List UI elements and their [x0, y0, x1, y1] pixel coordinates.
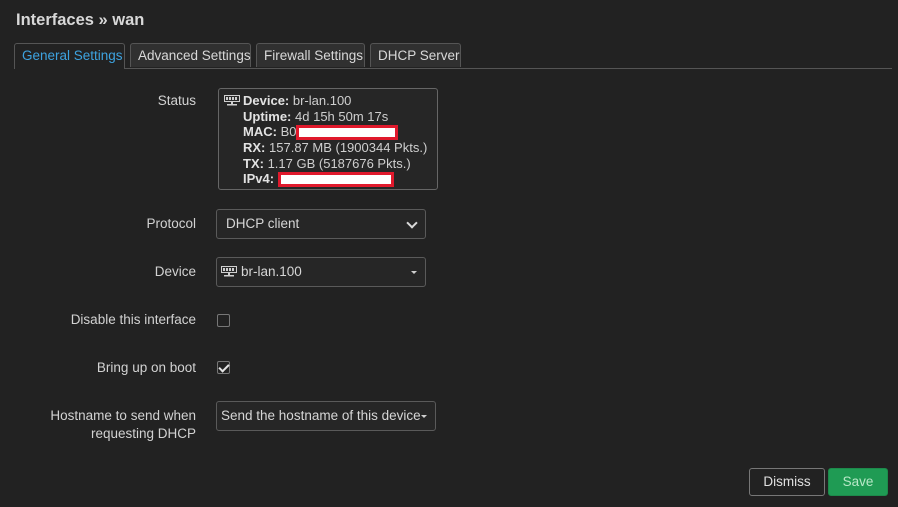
status-rx-value: 157.87 MB (1900344 Pkts.) — [269, 140, 428, 156]
tab-general-settings[interactable]: General Settings — [14, 43, 125, 69]
status-ipv4-key: IPv4: — [243, 171, 275, 187]
hostname-select[interactable]: Send the hostname of this device — [216, 401, 436, 431]
disable-interface-label: Disable this interface — [70, 312, 196, 327]
chevron-down-icon — [406, 217, 418, 229]
tab-advanced-settings[interactable]: Advanced Settings — [130, 43, 251, 67]
status-device-line: Device: br-lan.100 — [243, 93, 431, 109]
hostname-label-line2: requesting DHCP — [90, 426, 196, 441]
network-device-icon — [224, 95, 240, 106]
status-mac-value: B0 — [280, 124, 297, 139]
status-mac-line: MAC: B0 — [243, 124, 431, 141]
page-title: Interfaces » wan — [16, 11, 145, 29]
bring-up-on-boot-checkbox[interactable] — [217, 361, 230, 374]
status-uptime-key: Uptime: — [243, 108, 292, 124]
protocol-value: DHCP client — [226, 216, 300, 231]
protocol-select[interactable]: DHCP client — [216, 209, 426, 239]
status-rx-key: RX: — [243, 140, 266, 156]
mac-redaction — [296, 125, 399, 141]
tab-firewall-settings[interactable]: Firewall Settings — [256, 43, 365, 67]
caret-down-icon — [411, 271, 417, 274]
caret-down-icon — [421, 415, 427, 418]
hostname-label: Hostname to send when requesting DHCP — [15, 407, 196, 443]
status-device-value: br-lan.100 — [292, 93, 352, 108]
status-tx-value: 1.17 GB (5187676 Pkts.) — [267, 155, 411, 171]
device-value: br-lan.100 — [241, 264, 302, 279]
hostname-value: Send the hostname of this device — [221, 408, 421, 423]
status-rx-line: RX: 157.87 MB (1900344 Pkts.) — [243, 140, 431, 156]
ipv4-redaction — [277, 172, 394, 188]
status-uptime-line: Uptime: 4d 15h 50m 17s — [243, 109, 431, 125]
tab-dhcp-server[interactable]: DHCP Server — [370, 43, 461, 67]
disable-interface-checkbox[interactable] — [217, 314, 230, 327]
status-uptime-value: 4d 15h 50m 17s — [295, 108, 389, 124]
status-tx-line: TX: 1.17 GB (5187676 Pkts.) — [243, 156, 431, 172]
status-ipv4-line: IPv4: — [243, 171, 431, 188]
tab-bar: General Settings Advanced Settings Firew… — [14, 43, 892, 69]
bring-up-on-boot-label: Bring up on boot — [96, 360, 196, 375]
device-select[interactable]: br-lan.100 — [216, 257, 426, 287]
status-mac-key: MAC: — [243, 124, 277, 139]
protocol-label: Protocol — [146, 216, 196, 231]
status-label: Status — [157, 93, 196, 108]
hostname-label-line1: Hostname to send when — [50, 408, 196, 423]
device-label: Device — [154, 264, 196, 279]
save-button[interactable]: Save — [828, 468, 888, 496]
dismiss-button[interactable]: Dismiss — [749, 468, 825, 496]
status-panel: Device: br-lan.100 Uptime: 4d 15h 50m 17… — [218, 88, 438, 190]
network-device-icon — [221, 266, 237, 277]
checkmark-icon — [218, 361, 230, 373]
status-tx-key: TX: — [243, 155, 264, 171]
status-device-key: Device: — [243, 93, 290, 108]
